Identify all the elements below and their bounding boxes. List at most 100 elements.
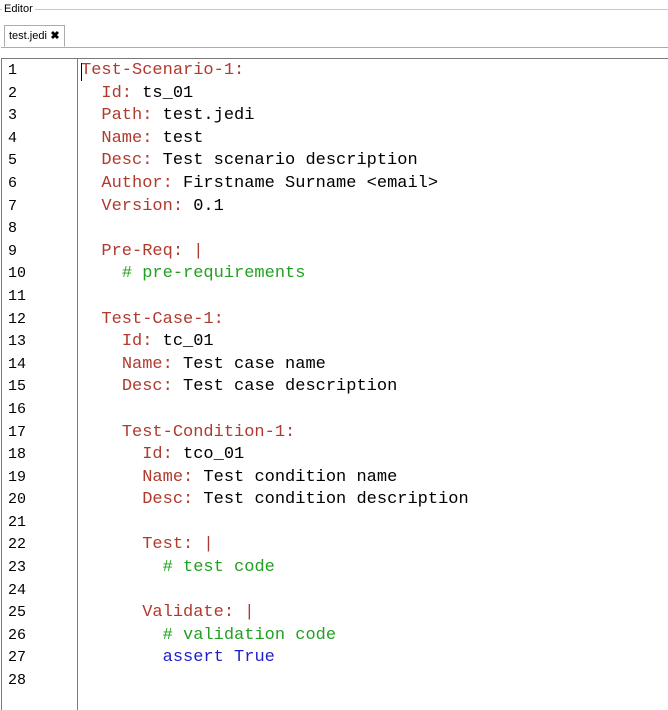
line-number: 2 xyxy=(8,84,18,102)
code-token-val: test xyxy=(152,128,204,148)
line-number-gutter: 1 2 3 4 5 6 7 8 9 10 11 12 13 14 15 16 17 18 19 20 21 22 23 24 2… xyxy=(2,59,78,710)
code-area[interactable]: Test-Scenario-1: Id: ts_01 Path: test.je… xyxy=(78,59,668,710)
line-number: 8 xyxy=(8,220,18,238)
code-token-val: 0.1 xyxy=(183,196,224,216)
code-token-key: Name: xyxy=(142,467,194,487)
line-number: 20 xyxy=(8,491,27,509)
line-number: 27 xyxy=(8,649,27,667)
line-number: 3 xyxy=(8,107,18,125)
line-number: 24 xyxy=(8,581,27,599)
code-token-key: Author: xyxy=(101,173,173,193)
code-token-key: Test-Scenario-1: xyxy=(81,61,245,80)
code-token-val: Test condition description xyxy=(193,490,469,510)
line-number: 5 xyxy=(8,152,18,170)
code-line: Desc: Test case description xyxy=(78,376,668,399)
code-line: Test-Case-1: xyxy=(78,309,668,332)
code-line: # pre-requirements xyxy=(78,263,668,286)
code-line: Test-Scenario-1: xyxy=(78,60,668,83)
line-number: 21 xyxy=(8,513,27,531)
line-number: 16 xyxy=(8,400,27,418)
code-token-val: ts_01 xyxy=(132,83,194,103)
line-number: 18 xyxy=(8,446,27,464)
code-token-comment: # test code xyxy=(162,558,275,578)
code-line: Desc: Test scenario description xyxy=(78,150,668,173)
code-token-key: Id: xyxy=(101,83,133,103)
code-line: Name: Test case name xyxy=(78,354,668,377)
code-token-comment: # pre-requirements xyxy=(121,264,306,284)
line-number: 4 xyxy=(8,129,18,147)
line-number: 14 xyxy=(8,355,27,373)
line-number: 13 xyxy=(8,333,27,351)
code-token-key: Name: xyxy=(101,128,153,148)
code-token-val: tco_01 xyxy=(172,445,245,465)
line-number: 9 xyxy=(8,242,18,260)
line-number: 7 xyxy=(8,197,18,215)
code-token-comment: # validation code xyxy=(162,625,337,645)
code-token-val: Test condition name xyxy=(193,467,398,487)
code-editor[interactable]: 1 2 3 4 5 6 7 8 9 10 11 12 13 14 15 16 17 18 19 20 21 22 23 24 2… xyxy=(1,58,668,710)
code-line: Author: Firstname Surname <email> xyxy=(78,173,668,196)
tab-test-jedi[interactable]: test.jedi ✖ xyxy=(4,25,65,47)
code-token-val: Test case description xyxy=(172,377,398,397)
close-icon[interactable]: ✖ xyxy=(50,31,60,42)
code-token-key: Desc: xyxy=(101,151,153,171)
code-line: Pre-Req: | xyxy=(78,241,668,264)
line-number: 28 xyxy=(8,672,27,690)
editor-panel: Editor test.jedi ✖ 1 2 3 4 5 6 7 8 9 10 11 12 13 14 15… xyxy=(0,0,668,710)
line-number: 22 xyxy=(8,536,27,554)
line-number: 12 xyxy=(8,310,27,328)
line-number: 15 xyxy=(8,378,27,396)
code-line: Version: 0.1 xyxy=(78,196,668,219)
code-token-key: Validate: | xyxy=(142,603,255,623)
line-number: 19 xyxy=(8,468,27,486)
code-line: Test-Condition-1: xyxy=(78,422,668,445)
tab-strip: test.jedi ✖ xyxy=(1,25,668,49)
line-number: 1 xyxy=(8,62,18,79)
code-line: Id: ts_01 xyxy=(78,83,668,106)
code-line: Id: tc_01 xyxy=(78,331,668,354)
code-line: Id: tco_01 xyxy=(78,444,668,467)
code-token-key: Name: xyxy=(121,354,173,374)
code-token-key: Path: xyxy=(101,106,153,126)
code-token-key: Id: xyxy=(142,445,173,465)
line-number: 6 xyxy=(8,174,18,192)
line-number: 17 xyxy=(8,423,27,441)
code-token-val: test.jedi xyxy=(152,106,255,126)
code-line: Validate: | xyxy=(78,602,668,625)
code-token-key: Pre-Req: | xyxy=(101,241,204,261)
code-token-key: Desc: xyxy=(142,490,194,510)
text-cursor xyxy=(81,63,82,81)
code-token-kw: assert True xyxy=(162,648,275,668)
code-token-val: Test case name xyxy=(172,354,326,374)
line-number: 23 xyxy=(8,559,27,577)
code-line: # validation code xyxy=(78,625,668,648)
code-line: Path: test.jedi xyxy=(78,105,668,128)
code-token-key: Test-Condition-1: xyxy=(121,422,296,442)
code-line: Name: test xyxy=(78,128,668,151)
code-line: assert True xyxy=(78,647,668,670)
code-token-key: Desc: xyxy=(121,377,173,397)
code-line: # test code xyxy=(78,557,668,580)
groupbox-border xyxy=(0,9,668,10)
